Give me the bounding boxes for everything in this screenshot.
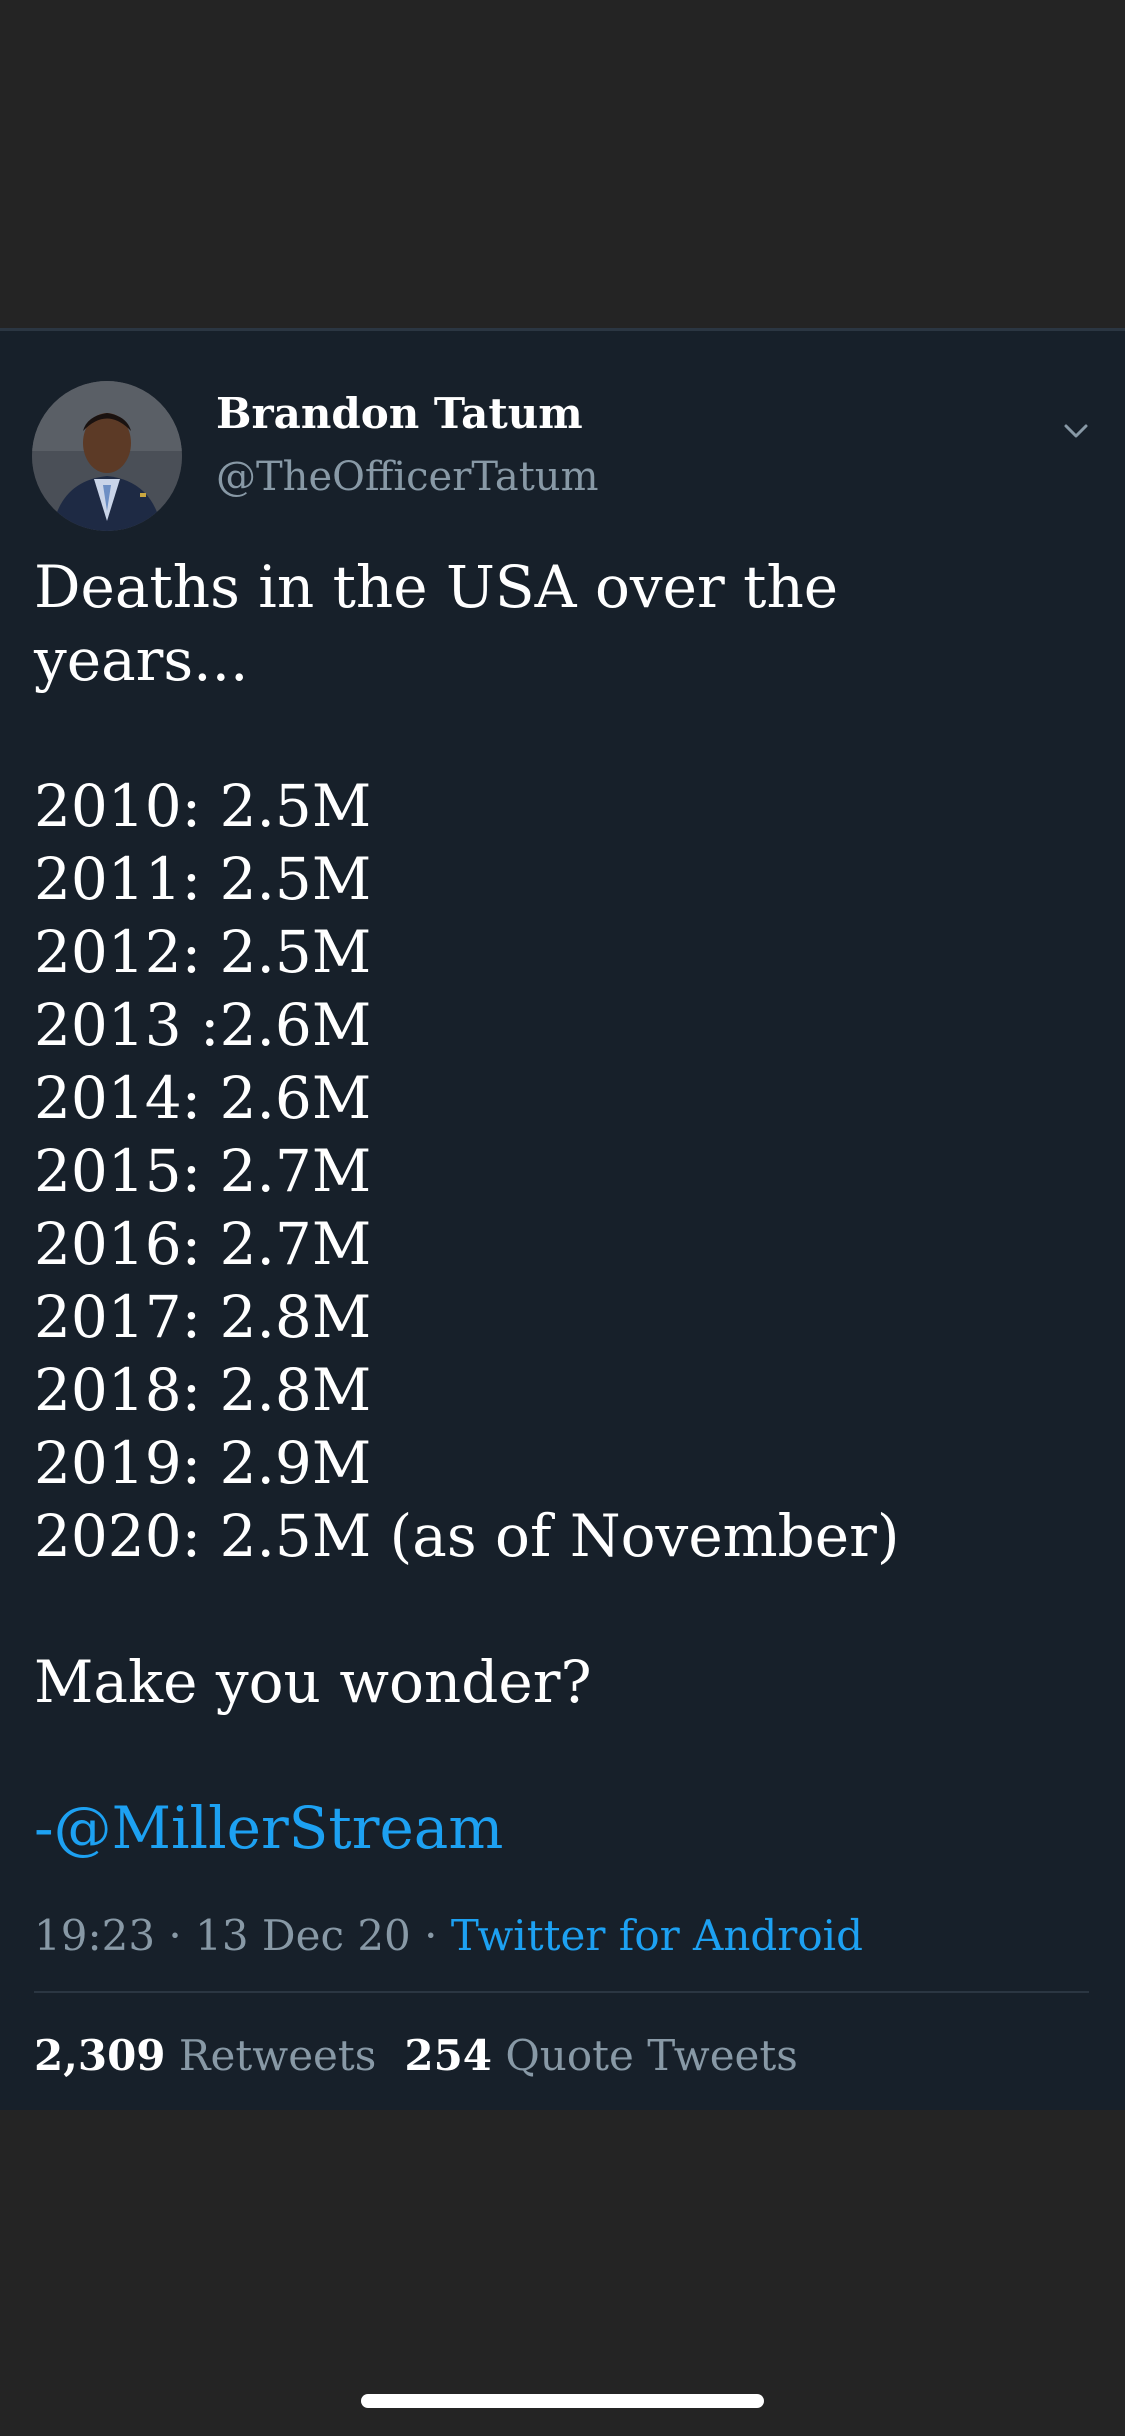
quote-tweets-stat[interactable]: 254 Quote Tweets [404, 2031, 798, 2080]
top-background [0, 0, 1125, 328]
meta-separator: · [168, 1911, 182, 1960]
year-line: 2011: 2.5M [34, 845, 372, 913]
bottom-background [0, 2110, 1125, 2436]
tweet-meta: 19:23 · 13 Dec 20 · Twitter for Android [34, 1911, 863, 1960]
author-name[interactable]: Brandon Tatum [216, 389, 583, 438]
year-line: 2020: 2.5M (as of November) [34, 1502, 900, 1570]
author-avatar[interactable] [32, 381, 182, 531]
tweet-stats: 2,309 Retweets 254 Quote Tweets [34, 2031, 798, 2080]
tweet-date[interactable]: 13 Dec 20 [195, 1911, 411, 1960]
profile-photo-icon [32, 381, 182, 531]
retweet-label: Retweets [178, 2031, 377, 2080]
credit-mention-link[interactable]: -@MillerStream [34, 1792, 1094, 1865]
year-line: 2010: 2.5M [34, 772, 372, 840]
meta-separator: · [424, 1911, 438, 1960]
year-line: 2017: 2.8M [34, 1283, 372, 1351]
tweet-body: Deaths in the USA over the years... 2010… [34, 551, 1094, 1865]
year-line: 2018: 2.8M [34, 1356, 372, 1424]
retweet-count: 2,309 [34, 2031, 166, 2080]
year-line: 2015: 2.7M [34, 1137, 372, 1205]
tweet-card: Brandon Tatum @TheOfficerTatum Deaths in… [0, 328, 1125, 2110]
quote-label: Quote Tweets [505, 2031, 798, 2080]
retweets-stat[interactable]: 2,309 Retweets [34, 2031, 376, 2080]
year-line: 2013 :2.6M [34, 991, 372, 1059]
divider [34, 1991, 1089, 1993]
tweet-intro-line: years... [34, 626, 249, 694]
year-line: 2016: 2.7M [34, 1210, 372, 1278]
chevron-down-icon[interactable] [1056, 411, 1096, 451]
year-line: 2012: 2.5M [34, 918, 372, 986]
tweet-question: Make you wonder? [34, 1648, 592, 1716]
author-handle[interactable]: @TheOfficerTatum [216, 454, 599, 500]
year-line: 2019: 2.9M [34, 1429, 372, 1497]
year-line: 2014: 2.6M [34, 1064, 372, 1132]
quote-count: 254 [404, 2031, 493, 2080]
tweet-intro-line: Deaths in the USA over the [34, 553, 839, 621]
home-indicator[interactable] [361, 2394, 764, 2408]
tweet-time[interactable]: 19:23 [34, 1911, 155, 1960]
tweet-source-link[interactable]: Twitter for Android [451, 1911, 863, 1960]
